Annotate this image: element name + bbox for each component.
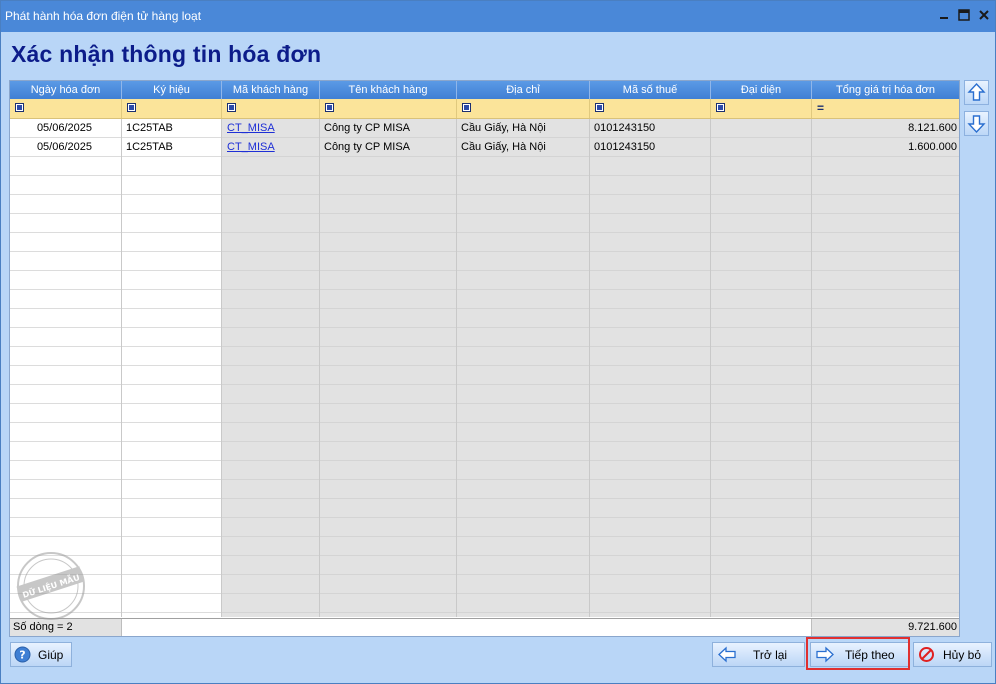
help-label: Giúp [38,648,64,662]
help-button[interactable]: ? Giúp [10,642,72,667]
filter-icon[interactable] [462,103,471,112]
arrow-down-icon [967,115,986,134]
grid-header: Ngày hóa đơn Ký hiệu Mã khách hàng Tên k… [10,81,959,99]
cell-invoice-date: 05/06/2025 [36,141,92,153]
minimize-icon[interactable] [937,8,951,22]
filter-cell-address[interactable] [457,99,590,118]
grid-column-bg [590,119,711,617]
filter-icon[interactable] [227,103,236,112]
customer-code-link[interactable]: CT_MISA [227,122,275,134]
col-header-customer-code[interactable]: Mã khách hàng [222,81,320,99]
col-header-symbol[interactable]: Ký hiệu [122,81,222,99]
cell-total: 8.121.600 [908,122,957,134]
maximize-icon[interactable] [957,8,971,22]
cell-customer-code[interactable]: CT_MISA [222,119,320,138]
move-up-button[interactable] [964,80,989,105]
table-row[interactable]: 05/06/2025 1C25TAB CT_MISA Công ty CP MI… [10,119,959,138]
back-label: Trở lại [753,648,788,662]
cell-representative [711,119,812,138]
batch-invoice-window: Phát hành hóa đơn điện tử hàng loạt Xác … [0,0,996,684]
next-button-highlight [806,637,910,670]
filter-cell-customer-code[interactable] [222,99,320,118]
grid-column-bg [457,119,590,617]
customer-code-link[interactable]: CT_MISA [227,141,275,153]
arrow-up-icon [967,82,986,101]
grid-body: 05/06/2025 1C25TAB CT_MISA Công ty CP MI… [10,119,959,617]
filter-row: = [10,99,959,119]
col-header-address[interactable]: Địa chỉ [457,81,590,99]
grid-column-bg [711,119,812,617]
cell-representative [711,138,812,157]
grid-footer: Số dòng = 2 9.721.600 [10,618,959,636]
col-header-representative[interactable]: Đại diện [711,81,812,99]
sample-data-stamp: DỮ LIỆU MẪU [16,552,85,620]
cell-address: Cầu Giấy, Hà Nội [461,141,546,153]
title-bar[interactable]: Phát hành hóa đơn điện tử hàng loạt [1,1,995,32]
arrow-left-icon [718,646,736,663]
filter-cell-representative[interactable] [711,99,812,118]
col-header-tax-code[interactable]: Mã số thuế [590,81,711,99]
cancel-label: Hủy bỏ [943,648,982,662]
filter-cell-symbol[interactable] [122,99,222,118]
cell-tax-code: 0101243150 [594,141,656,153]
grid-column-bg [812,119,959,617]
cell-customer-name: Công ty CP MISA [324,141,410,153]
grid-column-bg [320,119,457,617]
grid-column-bg [222,119,320,617]
filter-icon[interactable] [595,103,604,112]
invoice-grid[interactable]: Ngày hóa đơn Ký hiệu Mã khách hàng Tên k… [9,80,960,637]
move-down-button[interactable] [964,111,989,136]
page-title: Xác nhận thông tin hóa đơn [11,41,322,67]
cell-symbol: 1C25TAB [126,141,173,153]
cell-symbol: 1C25TAB [126,122,173,134]
filter-icon[interactable] [127,103,136,112]
cancel-button[interactable]: Hủy bỏ [913,642,992,667]
back-button[interactable]: Trở lại [712,642,805,667]
col-header-total[interactable]: Tổng giá trị hóa đơn [812,81,959,99]
cancel-icon [919,647,934,662]
filter-cell-date[interactable] [10,99,122,118]
col-header-customer-name[interactable]: Tên khách hàng [320,81,457,99]
close-icon[interactable] [977,8,991,22]
cell-address: Cầu Giấy, Hà Nội [461,122,546,134]
cell-customer-code[interactable]: CT_MISA [222,138,320,157]
filter-cell-total[interactable]: = [812,99,959,118]
filter-icon[interactable] [15,103,24,112]
cell-tax-code: 0101243150 [594,122,656,134]
filter-icon[interactable] [716,103,725,112]
col-header-invoice-date[interactable]: Ngày hóa đơn [10,81,122,99]
window-title: Phát hành hóa đơn điện tử hàng loạt [5,9,202,23]
help-icon: ? [14,646,31,663]
grid-column-bg [10,119,122,617]
cell-invoice-date: 05/06/2025 [36,122,92,134]
cell-total: 1.600.000 [908,141,957,153]
filter-cell-customer-name[interactable] [320,99,457,118]
svg-text:?: ? [19,649,25,662]
cell-customer-name: Công ty CP MISA [324,122,410,134]
footer-blank [122,619,812,636]
table-row[interactable]: 05/06/2025 1C25TAB CT_MISA Công ty CP MI… [10,138,959,157]
filter-icon[interactable] [325,103,334,112]
equals-filter-icon[interactable]: = [817,101,824,115]
filter-cell-tax-code[interactable] [590,99,711,118]
footer-total: 9.721.600 [812,619,959,636]
grid-column-bg [122,119,222,617]
